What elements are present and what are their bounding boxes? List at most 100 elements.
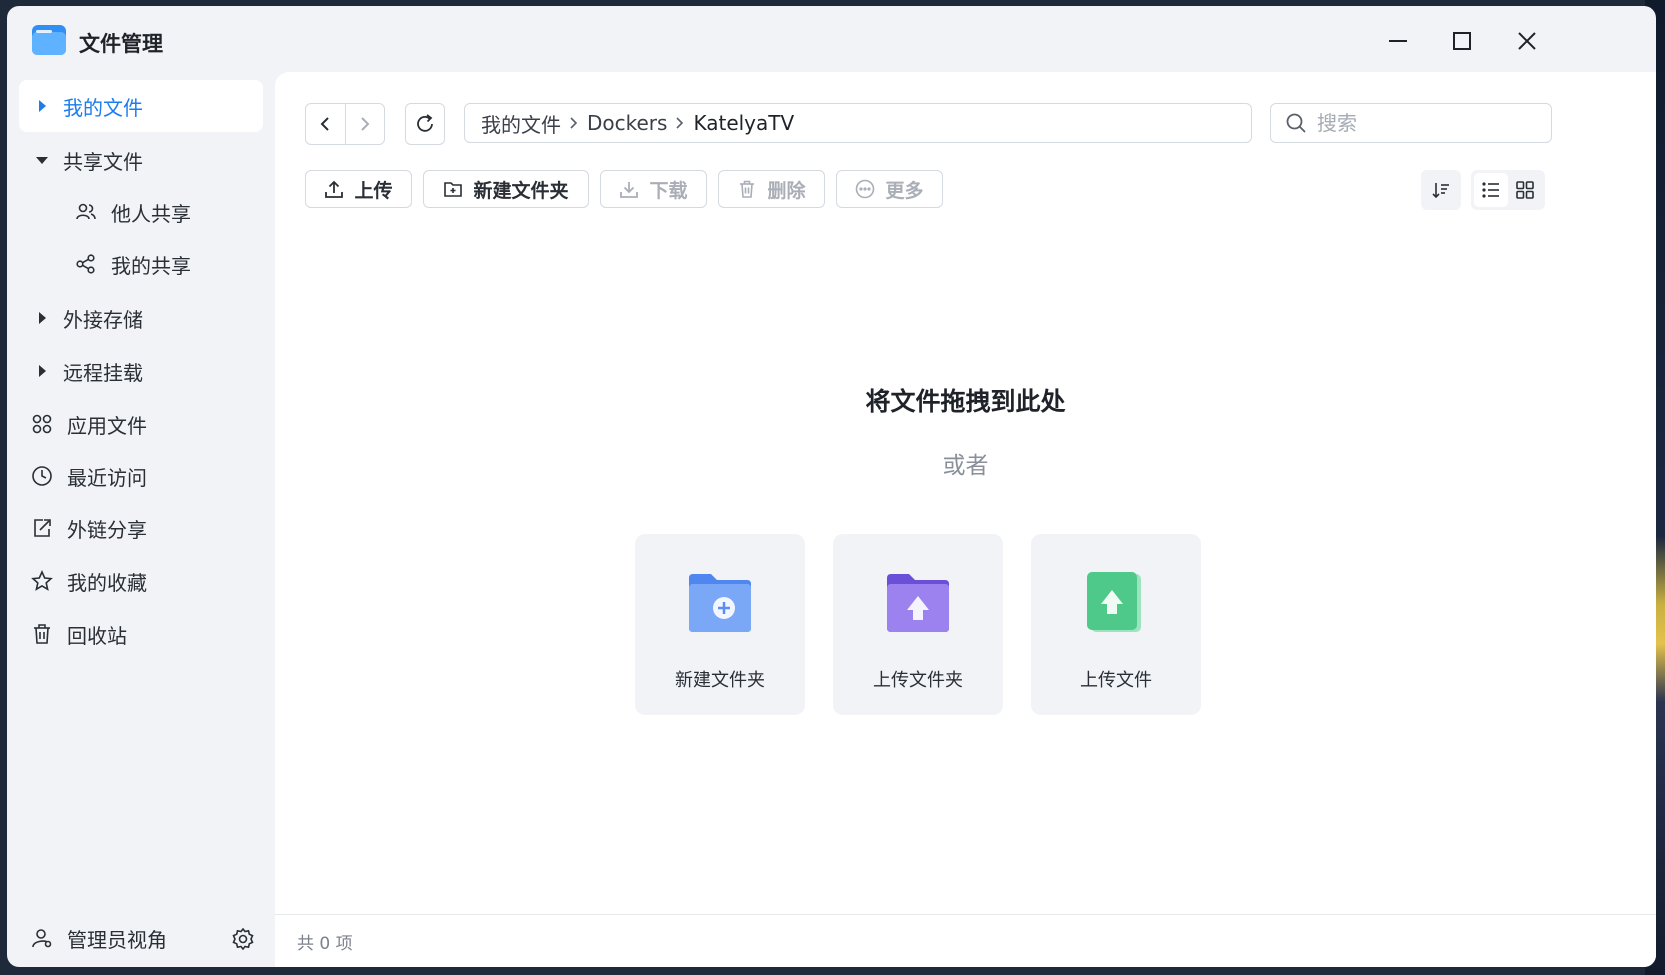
close-button[interactable] bbox=[1512, 26, 1542, 56]
list-view-button[interactable] bbox=[1474, 173, 1508, 207]
sidebar-item-label: 远程挂载 bbox=[63, 360, 143, 385]
sidebar-item-label: 回收站 bbox=[67, 623, 127, 648]
caret-down-icon bbox=[33, 151, 51, 169]
delete-label: 删除 bbox=[767, 179, 806, 202]
breadcrumb-item[interactable]: Dockers bbox=[587, 111, 667, 135]
sidebar-item-my-shares[interactable]: 我的共享 bbox=[19, 238, 263, 290]
upload-folder-illustration bbox=[887, 574, 949, 632]
new-folder-button[interactable]: 新建文件夹 bbox=[423, 170, 589, 208]
refresh-icon bbox=[417, 114, 433, 132]
caret-right-icon bbox=[33, 309, 51, 327]
more-icon bbox=[855, 179, 875, 199]
drop-zone-or: 或者 bbox=[942, 453, 989, 479]
new-folder-label: 新建文件夹 bbox=[473, 179, 569, 202]
more-button[interactable]: 更多 bbox=[836, 170, 943, 208]
breadcrumb: 我的文件 Dockers KatelyaTV bbox=[464, 103, 1252, 143]
sidebar-item-shared-files[interactable]: 共享文件 bbox=[19, 134, 263, 186]
maximize-button[interactable] bbox=[1447, 26, 1477, 56]
item-count: 共 0 项 bbox=[297, 933, 353, 954]
clock-icon bbox=[31, 465, 53, 487]
chevron-right-icon bbox=[675, 116, 685, 130]
upload-icon bbox=[324, 179, 344, 199]
caret-right-icon bbox=[33, 362, 51, 380]
sidebar-item-recycle-bin[interactable]: 回收站 bbox=[19, 608, 263, 660]
download-button[interactable]: 下载 bbox=[600, 170, 707, 208]
sidebar-item-external-storage[interactable]: 外接存储 bbox=[19, 292, 263, 344]
users-icon bbox=[75, 201, 97, 223]
title-bar: 文件管理 bbox=[7, 6, 1656, 72]
star-icon bbox=[31, 570, 53, 592]
folder-plus-icon bbox=[443, 179, 463, 199]
external-share-icon bbox=[31, 517, 53, 539]
list-icon bbox=[1482, 182, 1499, 198]
sort-icon bbox=[1432, 183, 1449, 199]
apps-icon bbox=[31, 413, 53, 435]
trash-icon bbox=[737, 179, 757, 199]
close-icon bbox=[1518, 32, 1536, 50]
delete-button[interactable]: 删除 bbox=[718, 170, 825, 208]
sidebar-item-label: 共享文件 bbox=[63, 149, 143, 174]
sidebar: 我的文件 共享文件 他人共享 我的共享 外接存储 远程挂载 应用文件 最近访问 bbox=[7, 72, 275, 967]
sidebar-item-label: 外接存储 bbox=[63, 307, 143, 332]
search-icon bbox=[1286, 113, 1306, 133]
history-nav bbox=[305, 103, 385, 145]
refresh-button[interactable] bbox=[405, 103, 445, 145]
minimize-button[interactable] bbox=[1383, 26, 1413, 56]
upload-folder-card-label: 上传文件夹 bbox=[873, 670, 963, 691]
drop-zone-title: 将文件拖拽到此处 bbox=[865, 387, 1066, 416]
caret-right-icon bbox=[33, 97, 51, 115]
gear-icon[interactable] bbox=[231, 927, 255, 951]
download-label: 下载 bbox=[649, 179, 688, 202]
file-manager-window: 文件管理 我的文件 共享文件 他人共享 我的共享 外接存储 远程挂载 应用文件 … bbox=[7, 6, 1656, 967]
minimize-icon bbox=[1389, 40, 1407, 42]
breadcrumb-item[interactable]: 我的文件 bbox=[481, 109, 561, 138]
sidebar-item-label: 应用文件 bbox=[67, 413, 147, 438]
main-panel: 我的文件 Dockers KatelyaTV 上传 新建文件夹 下载 删除 bbox=[275, 72, 1656, 967]
sidebar-item-favorites[interactable]: 我的收藏 bbox=[19, 555, 263, 607]
view-toggle bbox=[1471, 170, 1545, 210]
status-bar: 共 0 项 bbox=[275, 914, 1656, 967]
admin-user-icon bbox=[31, 927, 53, 949]
admin-view-label: 管理员视角 bbox=[67, 927, 167, 952]
sidebar-item-label: 我的收藏 bbox=[67, 570, 147, 595]
sort-button[interactable] bbox=[1421, 170, 1461, 210]
breadcrumb-current[interactable]: KatelyaTV bbox=[693, 111, 794, 135]
chevron-right-icon bbox=[569, 116, 579, 130]
forward-button[interactable] bbox=[344, 104, 385, 144]
grid-view-button[interactable] bbox=[1508, 173, 1542, 207]
sidebar-item-label: 我的共享 bbox=[111, 253, 191, 278]
upload-button[interactable]: 上传 bbox=[305, 170, 412, 208]
sidebar-footer: 管理员视角 bbox=[7, 909, 275, 967]
sidebar-item-shared-with-me[interactable]: 他人共享 bbox=[19, 186, 263, 238]
upload-folder-card[interactable]: 上传文件夹 bbox=[833, 534, 1003, 715]
sidebar-item-label: 最近访问 bbox=[67, 465, 147, 490]
sidebar-item-label: 外链分享 bbox=[67, 517, 147, 542]
search-input[interactable] bbox=[1315, 110, 1539, 136]
upload-file-card[interactable]: 上传文件 bbox=[1031, 534, 1201, 715]
new-folder-card-label: 新建文件夹 bbox=[675, 670, 765, 691]
folder-app-icon bbox=[32, 25, 66, 55]
upload-file-illustration bbox=[1087, 572, 1141, 632]
more-label: 更多 bbox=[885, 179, 924, 202]
chevron-left-icon bbox=[320, 117, 329, 131]
new-folder-illustration bbox=[689, 574, 751, 632]
new-folder-card[interactable]: 新建文件夹 bbox=[635, 534, 805, 715]
share-icon bbox=[75, 253, 97, 275]
sidebar-item-remote-mount[interactable]: 远程挂载 bbox=[19, 345, 263, 397]
app-title: 文件管理 bbox=[79, 32, 163, 56]
sidebar-item-app-files[interactable]: 应用文件 bbox=[19, 398, 263, 450]
chevron-right-icon bbox=[361, 117, 370, 131]
search-box bbox=[1270, 103, 1552, 143]
grid-icon bbox=[1516, 181, 1534, 199]
download-icon bbox=[619, 179, 639, 199]
back-button[interactable] bbox=[306, 104, 345, 144]
admin-view-toggle[interactable]: 管理员视角 bbox=[31, 924, 167, 953]
sidebar-item-label: 他人共享 bbox=[111, 201, 191, 226]
sidebar-item-recent[interactable]: 最近访问 bbox=[19, 450, 263, 502]
sidebar-item-my-files[interactable]: 我的文件 bbox=[19, 80, 263, 132]
sidebar-item-label: 我的文件 bbox=[63, 95, 143, 120]
trash-icon bbox=[31, 623, 53, 645]
upload-label: 上传 bbox=[354, 179, 393, 202]
sidebar-item-link-shares[interactable]: 外链分享 bbox=[19, 502, 263, 554]
maximize-icon bbox=[1453, 32, 1471, 50]
